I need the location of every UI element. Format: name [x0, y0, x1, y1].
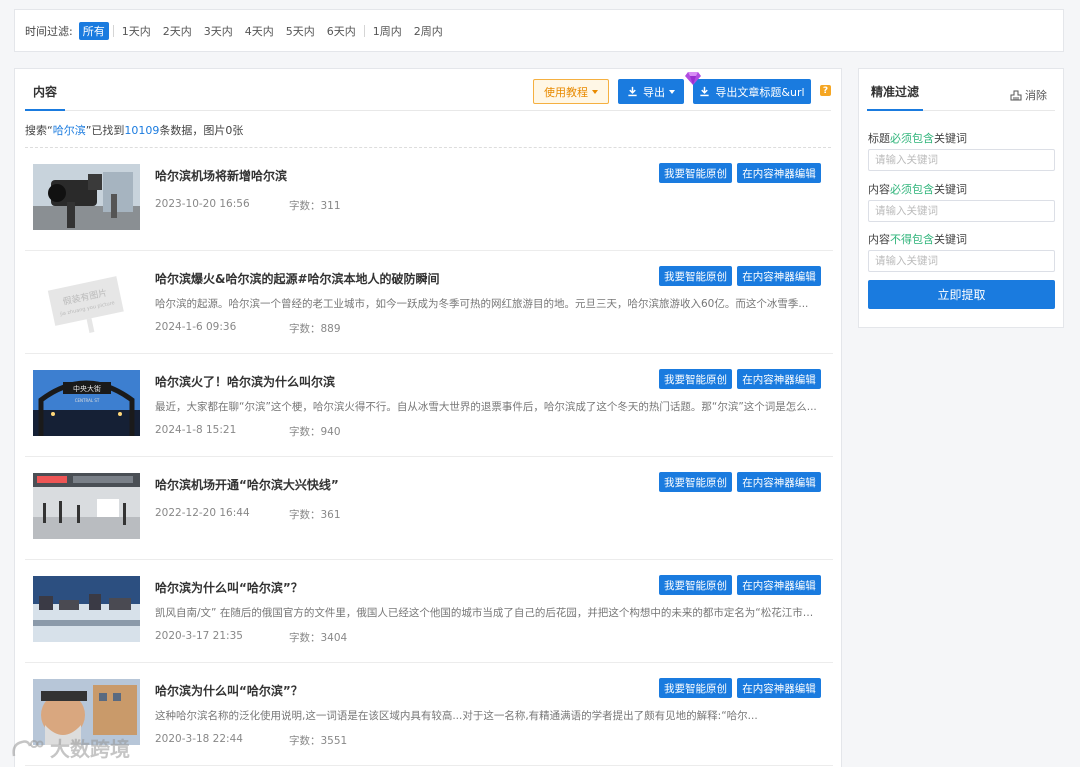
- article-word-count: 字数：361: [289, 509, 341, 521]
- time-filter-6day[interactable]: 6天内: [323, 22, 360, 40]
- smart-original-button[interactable]: 我要智能原创: [659, 163, 732, 183]
- article-date: 2024-1-6 09:36: [155, 321, 237, 333]
- time-filter-bar: 时间过滤: 所有 1天内 2天内 3天内 4天内 5天内 6天内 1周内 2周内: [14, 9, 1064, 52]
- clear-button[interactable]: 消除: [1010, 87, 1047, 103]
- list-item: 假装有图片 jia zhuang you picture 哈尔滨爆火&哈尔滨的起源…: [25, 251, 833, 354]
- article-title[interactable]: 哈尔滨机场将新增哈尔滨: [155, 167, 287, 184]
- list-item: 哈尔滨机场开通“哈尔滨大兴快线” 2022-12-20 16:44 字数：361…: [25, 457, 833, 560]
- watermark: 大数跨境: [10, 733, 130, 762]
- search-keyword: 哈尔滨: [52, 124, 86, 137]
- search-summary: 搜索“哈尔滨”已找到10109条数据，图片0张: [25, 124, 244, 137]
- time-filter-label: 时间过滤:: [25, 24, 73, 38]
- watermark-logo-icon: [12, 739, 44, 756]
- divider: [112, 24, 114, 37]
- content-must-not-include-label: 内容不得包含关键词: [868, 233, 967, 246]
- article-thumbnail[interactable]: [33, 164, 140, 230]
- divider: [363, 24, 365, 37]
- edit-in-tool-button[interactable]: 在内容神器编辑: [737, 575, 821, 595]
- smart-original-button[interactable]: 我要智能原创: [659, 266, 732, 286]
- article-date: 2024-1-8 15:21: [155, 424, 237, 436]
- time-filter-2day[interactable]: 2天内: [159, 22, 196, 40]
- article-thumbnail[interactable]: 假装有图片 jia zhuang you picture: [33, 267, 140, 333]
- edit-in-tool-button[interactable]: 在内容神器编辑: [737, 266, 821, 286]
- article-title[interactable]: 哈尔滨火了！哈尔滨为什么叫尔滨: [155, 373, 335, 390]
- article-date: 2020-3-18 22:44: [155, 733, 243, 745]
- export-title-url-button[interactable]: 导出文章标题&url: [693, 79, 811, 104]
- time-filter-5day[interactable]: 5天内: [282, 22, 319, 40]
- content-must-include-input[interactable]: [868, 200, 1055, 222]
- article-date: 2020-3-17 21:35: [155, 630, 243, 642]
- smart-original-button[interactable]: 我要智能原创: [659, 575, 732, 595]
- edit-in-tool-button[interactable]: 在内容神器编辑: [737, 678, 821, 698]
- chevron-down-icon: [669, 89, 675, 94]
- article-description: 这种哈尔滨名称的泛化使用说明,这一词语是在该区域内具有较高...对于这一名称,有…: [155, 710, 758, 722]
- article-thumbnail[interactable]: 中央大街 CENTRAL ST: [33, 370, 140, 436]
- eraser-icon: [1010, 90, 1022, 100]
- smart-original-button[interactable]: 我要智能原创: [659, 472, 732, 492]
- filter-header: 精准过滤 消除: [867, 69, 1055, 111]
- time-filter-1day[interactable]: 1天内: [118, 22, 155, 40]
- list-item: 哈尔滨机场将新增哈尔滨 2023-10-20 16:56 字数：311 我要智能…: [25, 148, 833, 251]
- time-filter-4day[interactable]: 4天内: [241, 22, 278, 40]
- export-button[interactable]: 导出: [618, 79, 684, 104]
- article-date: 2022-12-20 16:44: [155, 507, 250, 519]
- tab-content[interactable]: 内容: [25, 83, 66, 111]
- article-title[interactable]: 哈尔滨机场开通“哈尔滨大兴快线”: [155, 476, 339, 493]
- time-filter-1week[interactable]: 1周内: [369, 22, 406, 40]
- list-item: 哈尔滨为什么叫“哈尔滨”？ 这种哈尔滨名称的泛化使用说明,这一词语是在该区域内具…: [25, 663, 833, 766]
- content-must-not-include-input[interactable]: [868, 250, 1055, 272]
- sign-subtext: CENTRAL ST: [75, 398, 100, 403]
- export-label: 导出: [643, 85, 665, 99]
- time-filter-3day[interactable]: 3天内: [200, 22, 237, 40]
- article-title[interactable]: 哈尔滨为什么叫“哈尔滨”？: [155, 579, 303, 596]
- watermark-text: 大数跨境: [50, 737, 130, 761]
- article-thumbnail[interactable]: [33, 473, 140, 539]
- article-word-count: 字数：3404: [289, 632, 348, 644]
- list-item: 中央大街 CENTRAL ST 哈尔滨火了！哈尔滨为什么叫尔滨 最近，大家都在聊“…: [25, 354, 833, 457]
- edit-in-tool-button[interactable]: 在内容神器编辑: [737, 472, 821, 492]
- article-thumbnail[interactable]: [33, 576, 140, 642]
- sign-text: 中央大街: [73, 384, 101, 393]
- content-must-include-label: 内容必须包含关键词: [868, 183, 967, 196]
- clear-label: 消除: [1025, 89, 1047, 102]
- chevron-down-icon: [592, 89, 598, 94]
- tutorial-button[interactable]: 使用教程: [533, 79, 609, 104]
- title-must-include-input[interactable]: [868, 149, 1055, 171]
- title-must-include-label: 标题必须包含关键词: [868, 132, 967, 145]
- extract-now-button[interactable]: 立即提取: [868, 280, 1055, 309]
- smart-original-button[interactable]: 我要智能原创: [659, 678, 732, 698]
- edit-in-tool-button[interactable]: 在内容神器编辑: [737, 163, 821, 183]
- edit-in-tool-button[interactable]: 在内容神器编辑: [737, 369, 821, 389]
- smart-original-button[interactable]: 我要智能原创: [659, 369, 732, 389]
- article-word-count: 字数：311: [289, 200, 341, 212]
- result-count: 10109: [124, 124, 160, 137]
- article-description: 凯风自南/文” 在随后的俄国官方的文件里，俄国人已经这个他国的城市当成了自己的后…: [155, 607, 817, 619]
- article-title[interactable]: 哈尔滨爆火&哈尔滨的起源#哈尔滨本地人的破防瞬间: [155, 270, 440, 287]
- tab-precise-filter[interactable]: 精准过滤: [867, 83, 924, 111]
- list-item: 哈尔滨为什么叫“哈尔滨”？ 凯风自南/文” 在随后的俄国官方的文件里，俄国人已经…: [25, 560, 833, 663]
- article-word-count: 字数：940: [289, 426, 341, 438]
- article-description: 最近，大家都在聊“尔滨”这个梗，哈尔滨火得不行。自从冰雪大世界的退票事件后，哈尔…: [155, 401, 817, 413]
- article-word-count: 字数：889: [289, 323, 341, 335]
- article-title[interactable]: 哈尔滨为什么叫“哈尔滨”？: [155, 682, 303, 699]
- tutorial-label: 使用教程: [544, 85, 588, 99]
- time-filter-all[interactable]: 所有: [78, 21, 109, 40]
- export-title-label: 导出文章标题&url: [715, 85, 805, 99]
- content-panel: 内容 使用教程 导出 导出文章标题&url ? 搜索“哈尔滨”已找到10109条…: [14, 68, 842, 767]
- download-icon: [628, 86, 637, 97]
- article-date: 2023-10-20 16:56: [155, 198, 250, 210]
- content-header: 内容 使用教程 导出 导出文章标题&url ?: [25, 69, 831, 111]
- diamond-vip-icon: [685, 72, 701, 85]
- download-icon: [700, 86, 710, 97]
- help-icon[interactable]: ?: [820, 85, 831, 96]
- time-filter-2week[interactable]: 2周内: [410, 22, 447, 40]
- article-description: 哈尔滨的起源。哈尔滨一个曾经的老工业城市，如今一跃成为冬季可热的网红旅游目的地。…: [155, 298, 809, 310]
- article-word-count: 字数：3551: [289, 735, 348, 747]
- precise-filter-panel: 精准过滤 消除 标题必须包含关键词 内容必须包含关键词 内容不得包含关键词 立即…: [858, 68, 1064, 328]
